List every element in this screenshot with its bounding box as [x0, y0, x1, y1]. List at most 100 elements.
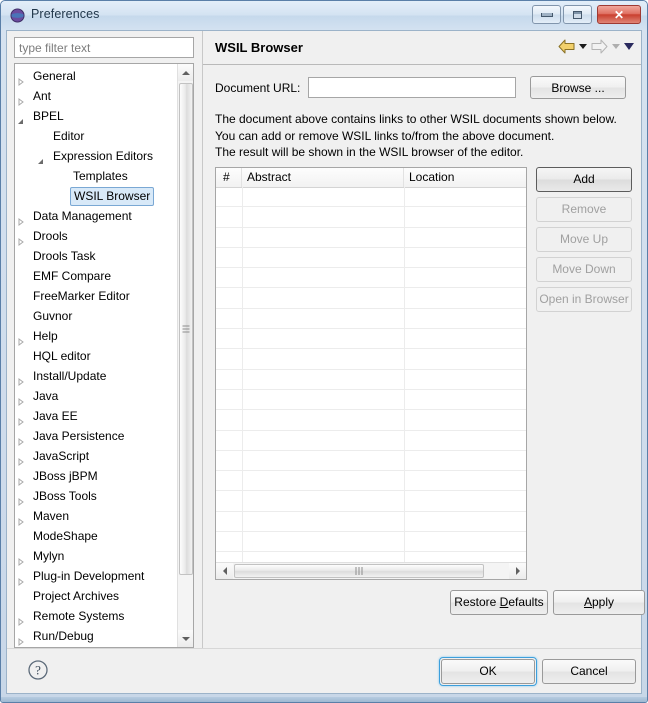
sidebar-item-remote-systems[interactable]: Remote Systems	[15, 606, 178, 626]
sidebar-item-modeshape[interactable]: ModeShape	[15, 526, 178, 546]
sidebar-item-drools-task[interactable]: Drools Task	[15, 246, 178, 266]
table-row[interactable]	[216, 471, 526, 492]
table-row[interactable]	[216, 511, 526, 533]
apply-button[interactable]: Apply	[553, 590, 645, 615]
sidebar-item-help[interactable]: Help	[15, 326, 178, 346]
sidebar-item-bpel[interactable]: BPEL	[15, 106, 178, 126]
table-row[interactable]	[216, 410, 526, 431]
scrollbar-thumb[interactable]	[179, 83, 193, 575]
table-row[interactable]	[216, 389, 526, 411]
sidebar-item-plug-in-development[interactable]: Plug-in Development	[15, 566, 178, 586]
table-horizontal-scrollbar[interactable]	[216, 562, 526, 579]
tree-expand-chevron-right-icon[interactable]	[17, 72, 25, 86]
tree-expand-chevron-right-icon[interactable]	[17, 232, 25, 246]
table-row[interactable]	[216, 430, 526, 451]
tree-expand-chevron-right-icon[interactable]	[17, 372, 25, 386]
document-url-input[interactable]	[308, 77, 516, 98]
tree-expand-chevron-right-icon[interactable]	[17, 392, 25, 406]
sidebar-item-jboss-tools[interactable]: JBoss Tools	[15, 486, 178, 506]
back-history-chevron-down-icon[interactable]	[579, 44, 587, 49]
table-row[interactable]	[216, 207, 526, 228]
table-row[interactable]	[216, 187, 526, 208]
sidebar-item-general[interactable]: General	[15, 66, 178, 86]
add-button[interactable]: Add	[536, 167, 632, 192]
table-row[interactable]	[216, 369, 526, 390]
column-header-number[interactable]: #	[216, 168, 242, 187]
remove-button[interactable]: Remove	[536, 197, 632, 222]
sidebar-item-mylyn[interactable]: Mylyn	[15, 546, 178, 566]
sidebar-item-emf-compare[interactable]: EMF Compare	[15, 266, 178, 286]
table-row[interactable]	[216, 227, 526, 248]
tree-collapse-chevron-down-icon[interactable]	[17, 112, 25, 124]
ok-button[interactable]: OK	[441, 659, 535, 684]
open-in-browser-button[interactable]: Open in Browser	[536, 287, 632, 312]
tree-expand-chevron-right-icon[interactable]	[17, 512, 25, 526]
table-row[interactable]	[216, 450, 526, 472]
question-mark-icon[interactable]: ?	[27, 659, 49, 681]
sidebar-item-ant[interactable]: Ant	[15, 86, 178, 106]
close-button[interactable]: ✕	[597, 5, 641, 24]
back-arrow-icon[interactable]	[558, 39, 575, 54]
table-row[interactable]	[216, 288, 526, 309]
sidebar-item-install-update[interactable]: Install/Update	[15, 366, 178, 386]
table-row[interactable]	[216, 491, 526, 512]
sidebar-item-editor[interactable]: Editor	[15, 126, 178, 146]
tree-expand-chevron-right-icon[interactable]	[17, 552, 25, 566]
sidebar-item-wsil-browser[interactable]: WSIL Browser	[15, 186, 178, 206]
view-menu-chevron-down-icon[interactable]	[624, 43, 634, 50]
column-header-location[interactable]: Location	[404, 168, 526, 187]
tree-expand-chevron-right-icon[interactable]	[17, 452, 25, 466]
sidebar-item-javascript[interactable]: JavaScript	[15, 446, 178, 466]
sidebar-item-java-persistence[interactable]: Java Persistence	[15, 426, 178, 446]
sidebar-item-freemarker-editor[interactable]: FreeMarker Editor	[15, 286, 178, 306]
tree-expand-chevron-right-icon[interactable]	[17, 472, 25, 486]
tree-expand-chevron-right-icon[interactable]	[17, 212, 25, 226]
sidebar-item-expression-editors[interactable]: Expression Editors	[15, 146, 178, 166]
table-row[interactable]	[216, 268, 526, 289]
table-row[interactable]	[216, 349, 526, 370]
sidebar-item-java-ee[interactable]: Java EE	[15, 406, 178, 426]
column-header-abstract[interactable]: Abstract	[242, 168, 404, 187]
restore-defaults-button[interactable]: Restore Defaults	[450, 590, 548, 615]
tree-expand-chevron-right-icon[interactable]	[17, 632, 25, 646]
scroll-up-icon[interactable]	[178, 64, 193, 81]
wsil-links-table[interactable]: # Abstract Location	[215, 167, 527, 580]
minimize-button[interactable]	[532, 5, 561, 24]
sidebar-item-guvnor[interactable]: Guvnor	[15, 306, 178, 326]
sidebar-item-label: Plug-in Development	[33, 569, 145, 583]
move-up-button[interactable]: Move Up	[536, 227, 632, 252]
table-row[interactable]	[216, 247, 526, 269]
tree-vertical-scrollbar[interactable]	[177, 64, 193, 647]
sidebar-item-run-debug[interactable]: Run/Debug	[15, 626, 178, 646]
sidebar-item-hql-editor[interactable]: HQL editor	[15, 346, 178, 366]
tree-expand-chevron-right-icon[interactable]	[17, 572, 25, 586]
scrollbar-thumb[interactable]	[234, 564, 484, 578]
tree-collapse-chevron-down-icon[interactable]	[37, 152, 45, 164]
sidebar-item-jboss-jbpm[interactable]: JBoss jBPM	[15, 466, 178, 486]
tree-expand-chevron-right-icon[interactable]	[17, 432, 25, 446]
sidebar-item-maven[interactable]: Maven	[15, 506, 178, 526]
sidebar-item-data-management[interactable]: Data Management	[15, 206, 178, 226]
scroll-left-icon[interactable]	[216, 563, 233, 579]
browse-button[interactable]: Browse ...	[530, 76, 626, 99]
filter-input[interactable]	[14, 37, 194, 58]
table-row[interactable]	[216, 329, 526, 350]
tree-expand-chevron-right-icon[interactable]	[17, 612, 25, 626]
sidebar-item-templates[interactable]: Templates	[15, 166, 178, 186]
scroll-down-icon[interactable]	[178, 630, 193, 647]
sidebar-item-project-archives[interactable]: Project Archives	[15, 586, 178, 606]
maximize-button[interactable]	[563, 5, 592, 24]
tree-expand-chevron-right-icon[interactable]	[17, 332, 25, 346]
sidebar-item-java[interactable]: Java	[15, 386, 178, 406]
tree-expand-chevron-right-icon[interactable]	[17, 412, 25, 426]
cell-divider	[242, 450, 243, 471]
tree-expand-chevron-right-icon[interactable]	[17, 92, 25, 106]
preferences-tree[interactable]: General Ant BPEL Editor Expression Editors Te…	[14, 63, 194, 648]
table-row[interactable]	[216, 532, 526, 553]
move-down-button[interactable]: Move Down	[536, 257, 632, 282]
tree-expand-chevron-right-icon[interactable]	[17, 492, 25, 506]
cancel-button[interactable]: Cancel	[542, 659, 636, 684]
scroll-right-icon[interactable]	[509, 563, 526, 579]
sidebar-item-drools[interactable]: Drools	[15, 226, 178, 246]
table-row[interactable]	[216, 308, 526, 330]
